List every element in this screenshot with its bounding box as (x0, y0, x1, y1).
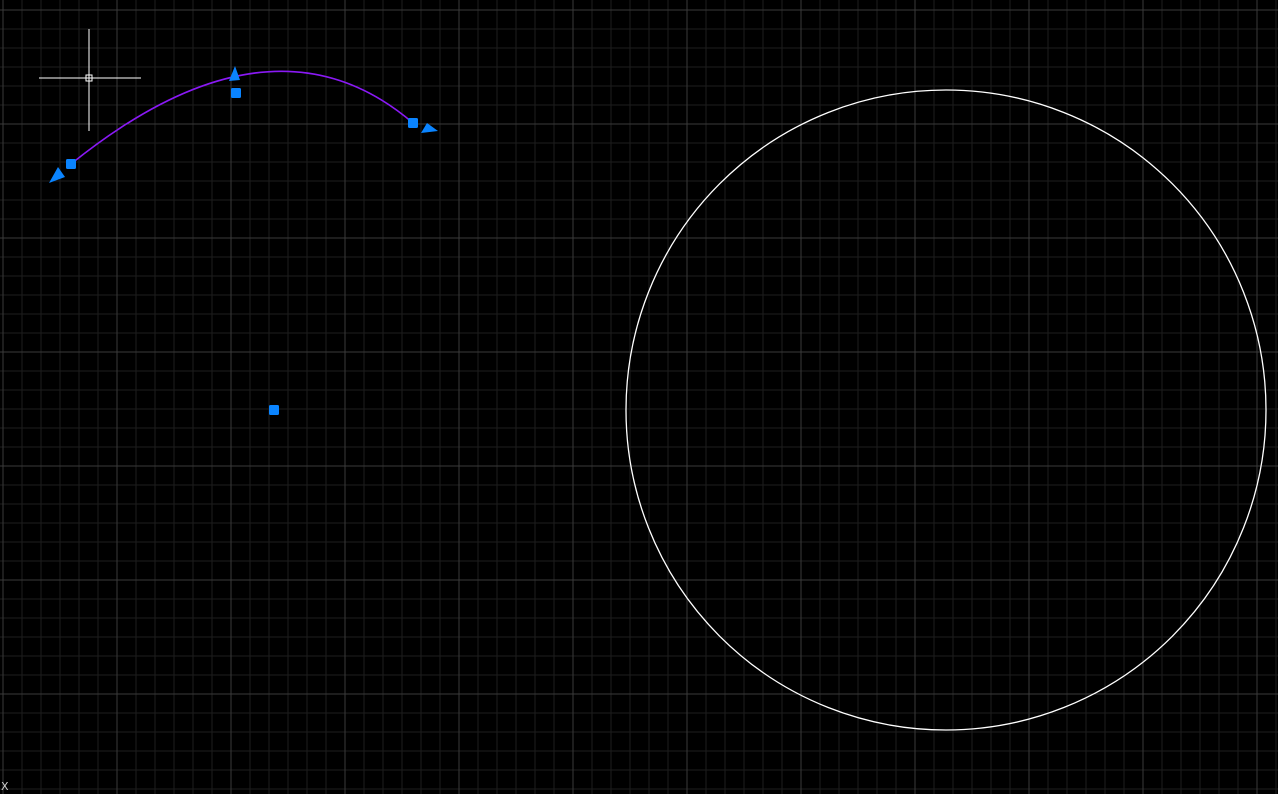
ucs-axis-label: X (1, 780, 9, 793)
drawing-canvas[interactable]: X (0, 0, 1278, 794)
crosshair-cursor-icon (39, 29, 141, 131)
arc-end-grip[interactable] (408, 118, 418, 128)
arc-center-grip[interactable] (269, 405, 279, 415)
arc-start-grip[interactable] (66, 159, 76, 169)
arc-entity-selected[interactable] (70, 70, 414, 165)
grid-minor-lines (0, 0, 1278, 794)
arc-midpoint-grip[interactable] (231, 88, 241, 98)
circle-entity[interactable] (625, 89, 1267, 731)
model-space[interactable] (0, 0, 1278, 794)
